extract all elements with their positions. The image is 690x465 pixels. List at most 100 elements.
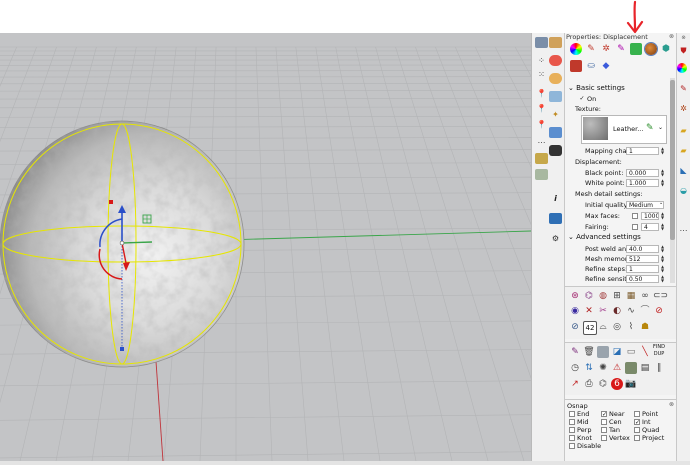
cylinder-icon[interactable]: ⛀ <box>585 60 597 72</box>
number-badge[interactable]: 42 <box>583 321 597 335</box>
layers-icon[interactable] <box>549 37 562 48</box>
fairing-field[interactable]: 4 <box>641 223 659 231</box>
pin-remove-icon[interactable]: 📍 <box>535 119 548 130</box>
rendering-icon[interactable] <box>535 37 548 48</box>
arc-icon[interactable]: ⌓ <box>597 321 609 333</box>
shapes-icon[interactable]: ◆ <box>600 60 612 72</box>
osnap-checkbox[interactable] <box>601 427 607 433</box>
red-book-icon[interactable] <box>570 60 582 72</box>
on-checkbox[interactable]: ✓ <box>579 96 585 102</box>
no-entry-icon[interactable]: ⊘ <box>653 305 665 317</box>
color-wheel-icon[interactable] <box>570 43 582 55</box>
post-weld-spinner[interactable]: ▲ ▼ <box>660 245 665 253</box>
fairing-spinner[interactable]: ▲ ▼ <box>660 223 665 231</box>
paint-icon[interactable]: ◪ <box>611 346 623 358</box>
osnap-checkbox[interactable] <box>569 411 575 417</box>
pin-add-icon[interactable]: 📍 <box>535 103 548 114</box>
osnap-checkbox[interactable]: ✓ <box>601 411 607 418</box>
max-faces-checkbox[interactable] <box>632 213 638 219</box>
open-folder-icon[interactable]: ▰ <box>677 145 690 156</box>
refine-sensitivity-spinner[interactable]: ▲ ▼ <box>660 275 665 283</box>
help-icon[interactable]: i <box>549 193 562 204</box>
film-icon[interactable]: ▤ <box>639 362 651 374</box>
tools-icon[interactable]: ⚙ <box>549 233 562 244</box>
blend-icon[interactable]: ◉ <box>569 305 581 317</box>
board-alt-icon[interactable] <box>535 169 548 180</box>
board-icon[interactable] <box>535 153 548 164</box>
offset-icon[interactable]: ◎ <box>611 321 623 333</box>
find-dup-label[interactable]: FIND DUP <box>651 344 667 358</box>
collapse-advanced-icon[interactable]: ⌄ <box>568 233 574 241</box>
split-icon[interactable]: ◐ <box>611 305 623 317</box>
link-icon[interactable]: ⊂⊃ <box>653 290 668 302</box>
texture-slot[interactable]: Leather... ✎ ⌄ <box>581 115 667 144</box>
mapping-spinner[interactable]: ▲ ▼ <box>660 147 665 155</box>
star-icon[interactable]: ✺ <box>597 362 609 374</box>
chevron-down-icon[interactable]: ⌄ <box>658 124 663 131</box>
osnap-checkbox[interactable] <box>601 435 607 441</box>
edit-pencil-icon[interactable]: ✎ <box>646 123 654 133</box>
pin-icon[interactable]: 📍 <box>535 88 548 99</box>
max-faces-spinner[interactable]: ▲ ▼ <box>660 212 665 220</box>
quality-chevron-icon[interactable]: ⌄ <box>659 200 663 206</box>
mapping-channel-field[interactable]: 1 <box>626 147 659 155</box>
white-point-spinner[interactable]: ▲ ▼ <box>660 179 665 187</box>
post-weld-field[interactable]: 40.0 <box>626 245 659 253</box>
chamfer-icon[interactable]: ✂ <box>597 305 609 317</box>
viewport-canvas[interactable] <box>0 33 531 461</box>
basic-settings-header[interactable]: ⌄ Basic settings <box>568 84 625 92</box>
tag-icon[interactable]: ◣ <box>677 165 690 176</box>
gear-texture-icon[interactable]: ✲ <box>600 43 612 55</box>
panel-scrollbar[interactable] <box>670 78 675 283</box>
mask-icon[interactable]: ☗ <box>639 321 651 333</box>
trim-icon[interactable]: ⌒ <box>639 305 651 317</box>
texture-map-icon[interactable] <box>597 346 609 358</box>
panel-options-icon[interactable]: ⊗ <box>677 33 690 44</box>
palette-icon[interactable] <box>677 63 687 73</box>
network-icon[interactable]: ⊞ <box>611 290 623 302</box>
bend-icon[interactable]: ⌇ <box>625 321 637 333</box>
loft-icon[interactable]: ⌬ <box>583 290 595 302</box>
printer-icon[interactable]: ⎙ <box>583 378 595 390</box>
white-point-field[interactable]: 1.000 <box>626 179 659 187</box>
clock-icon[interactable]: ◷ <box>569 362 581 374</box>
material-icon[interactable] <box>549 73 562 84</box>
sweep-icon[interactable]: ⊛ <box>569 290 581 302</box>
perspective-viewport[interactable] <box>0 33 531 461</box>
refine-steps-spinner[interactable]: ▲ ▼ <box>660 265 665 273</box>
frame-icon[interactable]: ▭ <box>625 346 637 358</box>
osnap-checkbox[interactable] <box>569 443 575 449</box>
snapshot-icon[interactable]: 📷 <box>625 378 637 390</box>
trash-icon[interactable]: 🗑 <box>583 346 595 358</box>
points-icon[interactable]: ⁙ <box>535 69 548 80</box>
chain-icon[interactable]: ∞ <box>639 290 651 302</box>
object-icon[interactable] <box>549 127 562 138</box>
align-icon[interactable]: ⇅ <box>583 362 595 374</box>
fillet-icon[interactable]: ✕ <box>583 305 595 317</box>
display-icon[interactable] <box>549 213 562 224</box>
fairing-checkbox[interactable] <box>632 224 638 230</box>
sticky-icon[interactable] <box>549 55 562 66</box>
black-point-spinner[interactable]: ▲ ▼ <box>660 169 665 177</box>
chart-icon[interactable]: ∥ <box>653 362 665 374</box>
circuit-icon[interactable]: ⌬ <box>597 378 609 390</box>
gear-icon[interactable]: ✲ <box>677 103 690 114</box>
brush-icon[interactable]: ✎ <box>677 83 690 94</box>
dots-icon[interactable]: ⋯ <box>535 137 548 148</box>
shell-icon[interactable]: ⬢ <box>660 43 672 55</box>
folder-icon[interactable]: ▰ <box>677 125 690 136</box>
scrollbar-thumb[interactable] <box>670 80 675 240</box>
slash-circle-icon[interactable]: ⊘ <box>569 321 581 333</box>
osnap-checkbox[interactable] <box>569 435 575 441</box>
osnap-checkbox[interactable] <box>634 427 640 433</box>
refine-steps-field[interactable]: 1 <box>626 265 659 273</box>
osnap-checkbox[interactable] <box>569 427 575 433</box>
lights-icon[interactable]: ✦ <box>549 109 562 120</box>
mesh-memory-field[interactable]: 512 <box>626 255 659 263</box>
pen-red-icon[interactable]: ╲ <box>639 346 651 358</box>
red-shield-icon[interactable]: ⛊ <box>677 45 690 56</box>
panel-close-icon[interactable]: ⊗ <box>669 33 674 40</box>
edit-icon[interactable]: ✎ <box>569 346 581 358</box>
mesh-memory-spinner[interactable]: ▲ ▼ <box>660 255 665 263</box>
collapse-icon[interactable]: ⌄ <box>568 84 574 92</box>
